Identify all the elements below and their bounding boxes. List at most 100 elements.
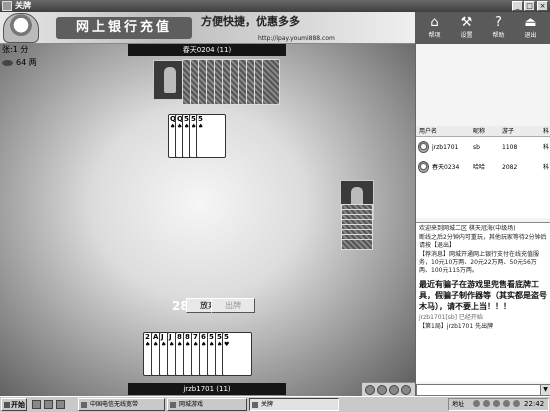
toolbar-label: 退出 [524,32,537,39]
user-nick: sb [473,144,480,151]
ad-banner[interactable]: 网上银行充值 方便快捷，优惠多多 http://ipay.youmi888.co… [0,12,415,44]
banner-slogan: 方便快捷，优惠多多 [201,15,300,28]
chat-warning: 最近有骗子在游戏里兜售看底牌工具，假骗子制作器等（其实都是盗号木马），请不要上当… [419,280,547,311]
volume-icon[interactable] [483,400,490,407]
table-tools [362,382,415,396]
quicklaunch-desktop-icon[interactable] [44,400,53,409]
col-username[interactable]: 用户名 [419,126,437,137]
side-panel: 用户名 昵称 游子 科 jrzb1701 sb 1108 科 春天0234 哈哈… [415,44,550,396]
user-list: 用户名 昵称 游子 科 jrzb1701 sb 1108 科 春天0234 哈哈… [416,126,550,218]
user-row[interactable]: jrzb1701 sb 1108 科 [416,140,550,156]
close-button[interactable]: × [537,1,548,11]
top-player-name: 春天0204 (11) [128,44,286,56]
chat-line: 断线之后2分钟内可重玩，其他玩家等待2分钟后请按【退出】 [419,234,547,249]
heart-icon: ♥ [224,341,230,348]
ime-icon[interactable] [513,400,520,407]
card-rank: 2 [145,333,150,341]
user-name: 春天0234 [432,164,460,171]
bottom-player-name: jrzb1701 (11) [128,383,286,395]
banner-url: http://ipay.youmi888.com [258,35,335,42]
spade-icon: ♠ [201,341,207,348]
toolbar-label: 设置 [460,32,473,39]
user-avatar [418,161,429,173]
toolbar-help-button[interactable]: ? 帮助 [483,12,514,44]
clock: 22:42 [524,400,545,408]
sound-icon[interactable] [377,385,387,395]
network-icon[interactable] [473,400,480,407]
toolbar-label: 帮助 [492,32,505,39]
window-title: 关牌 [15,1,31,10]
card-rank: 8 [185,333,190,341]
user-row[interactable]: 春天0234 哈哈 2082 科 [416,160,550,176]
play-button[interactable]: 出牌 [211,298,255,313]
toolbar: ⌂ 帮项 ⚒ 设置 ? 帮助 ⏏ 退出 [415,12,550,44]
user-name: jrzb1701 [432,144,459,151]
spade-icon: ♠ [169,341,175,348]
user-avatar [418,141,429,153]
chat-line: 【第1局】jrzb1701 先出牌 [419,323,494,330]
mascot-image [3,13,39,43]
card-rank: 6 [201,333,206,341]
chat-log[interactable]: 欢迎来到网城二区 棋天冠海(中级场) 断线之后2分钟内可重玩，其他玩家等待2分钟… [416,222,550,382]
card-back [262,59,280,105]
toolbar-settings-button[interactable]: ⚒ 设置 [451,12,482,44]
exit-icon: ⏏ [524,15,537,30]
antivirus-icon[interactable] [493,400,500,407]
record-icon[interactable] [389,385,399,395]
card-rank: 7 [193,333,198,341]
address-label[interactable]: 地址 [452,398,464,411]
card-rank: A [153,333,159,341]
col-coins[interactable]: 游子 [502,126,514,137]
card-table: 张:1 分 64 两 春天0204 (11) Q ♠ Q ♠ 5 ♠ 5 ♠ 5 ♠ 28 放弃 … [0,44,415,396]
quicklaunch-media-icon[interactable] [56,400,65,409]
maximize-button[interactable]: □ [524,1,535,11]
taskbar-item-broadband[interactable]: 中国电信无线宽带 [78,398,165,411]
taskbar-item-game[interactable]: 关牌 [249,398,339,411]
spade-icon: ♠ [177,341,183,348]
card-rank: 5 [198,115,203,123]
spade-icon: ♠ [198,123,204,130]
game-window: 关牌 _ □ × 网上银行充值 方便快捷，优惠多多 http://ipay.yo… [0,0,550,412]
start-button[interactable]: 开始 [1,398,27,411]
played-card: 5 ♠ [196,114,226,158]
col-level[interactable]: 科 [543,126,549,137]
spade-icon: ♠ [161,341,167,348]
messenger-icon[interactable] [503,400,510,407]
camera-icon[interactable] [401,385,411,395]
card-rank: J [169,333,172,341]
user-level: 科 [543,164,550,171]
chat-input[interactable]: ▼ [416,384,550,396]
money-line: 64 两 [2,58,37,68]
spade-icon: ♠ [209,341,215,348]
user-nick: 哈哈 [473,164,486,171]
user-value: 1108 [502,144,518,151]
chat-line: jrzb1701[sb] 已经开始 [419,314,483,321]
fish-icon [2,59,13,66]
settings-icon: ⚒ [460,15,473,30]
money-value: 64 两 [16,58,37,67]
app-icon [2,1,12,11]
quicklaunch-ie-icon[interactable] [32,400,41,409]
card-back [341,239,373,250]
card-rank: 8 [177,333,182,341]
emote-icon[interactable] [365,385,375,395]
minimize-button[interactable]: _ [512,1,523,11]
hand-card[interactable]: 5 ♥ [222,332,252,376]
help-icon: ? [495,15,502,30]
title-bar: 关牌 _ □ × [0,0,550,12]
col-nickname[interactable]: 昵称 [473,126,485,137]
taskbar-item-lobby[interactable]: 网城游戏 [167,398,247,411]
taskbar: 开始 中国电信无线宽带 网城游戏 关牌 地址 22:42 [0,396,550,412]
chevron-down-icon[interactable]: ▼ [540,385,550,395]
chat-line: 【荐消息】网城开通网上银行支付在线充值服务，10元10万两、20元22万两、50… [419,251,540,274]
spade-icon: ♠ [193,341,199,348]
score-line: 张:1 分 [2,45,29,54]
toolbar-home-button[interactable]: ⌂ 帮项 [419,12,450,44]
toolbar-exit-button[interactable]: ⏏ 退出 [515,12,546,44]
spade-icon: ♠ [145,341,151,348]
card-rank: J [161,333,164,341]
user-list-header: 用户名 昵称 游子 科 [416,126,550,137]
card-rank: 5 [209,333,214,341]
banner-headline: 网上银行充值 [56,17,192,39]
card-rank: 5 [224,333,229,341]
